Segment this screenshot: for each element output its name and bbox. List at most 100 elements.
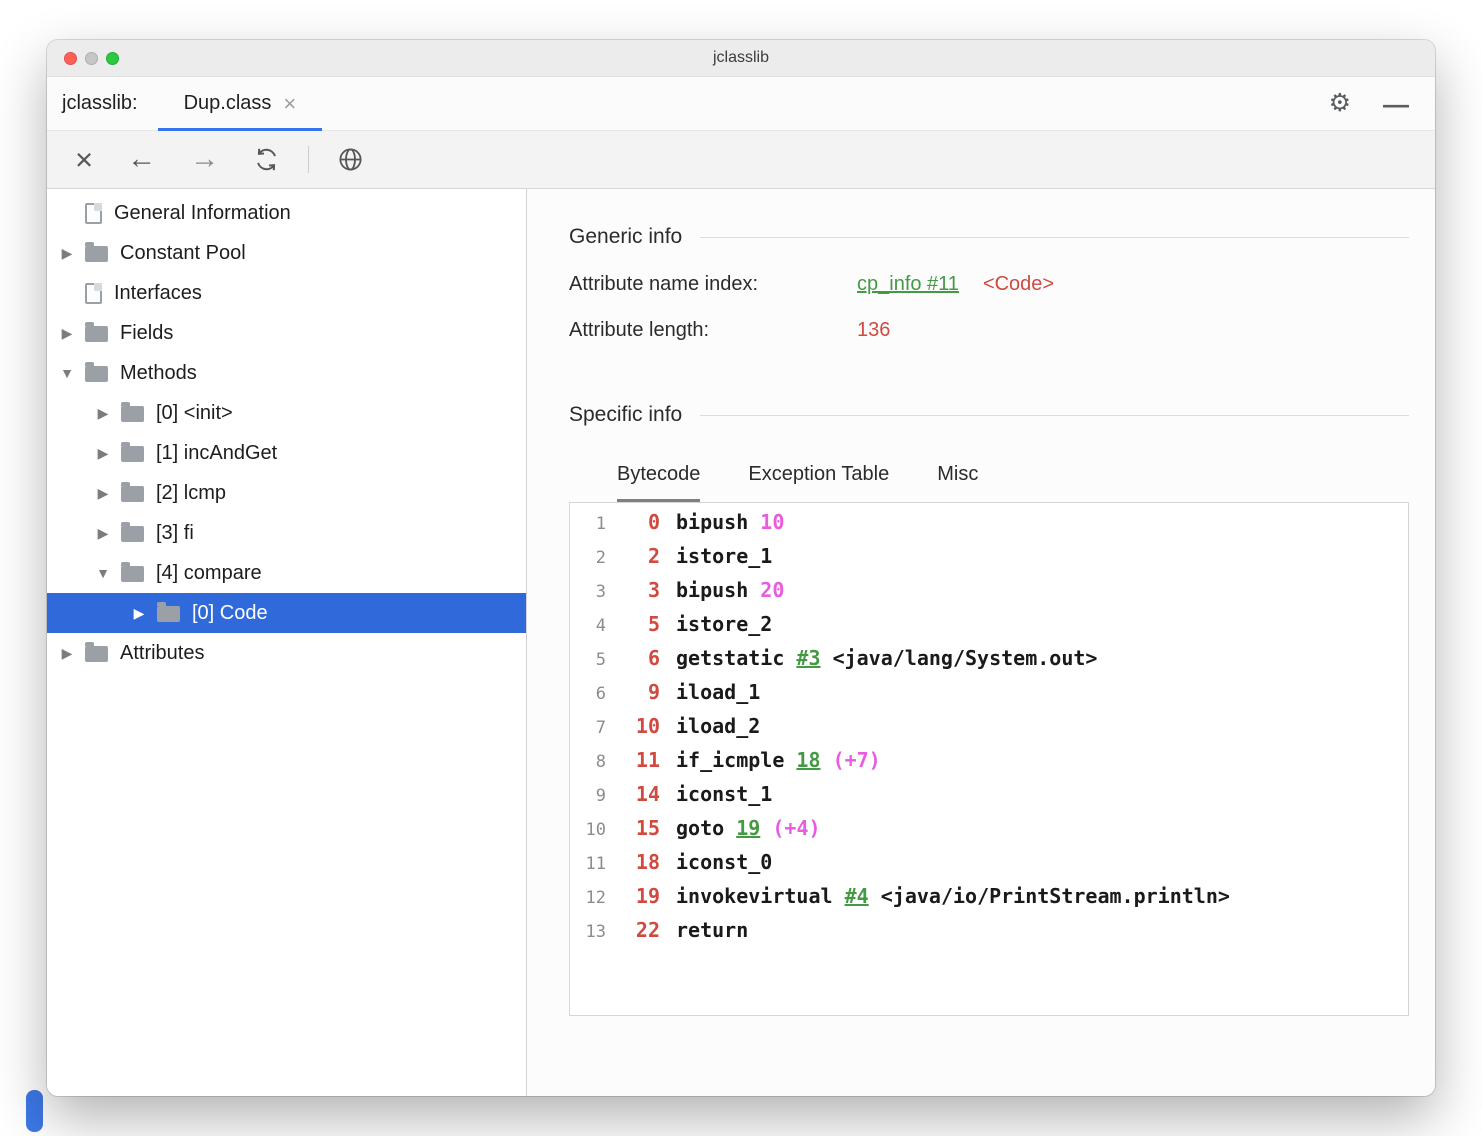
tab-bytecode[interactable]: Bytecode [617,463,700,502]
tree-item-0-init[interactable]: ▶ [0] <init> [47,393,526,433]
bytecode-line: 22istore_1 [574,544,1398,578]
tree-item-0-code[interactable]: ▶[0] Code [47,593,526,633]
tree-item-1-incandget[interactable]: ▶ [1] incAndGet [47,433,526,473]
bytecode-offset: 11 [620,748,660,772]
tab-dup-class[interactable]: Dup.class × [158,77,323,130]
bytecode-line: 710iload_2 [574,714,1398,748]
bytecode-line: 69iload_1 [574,680,1398,714]
folder-icon [85,246,108,262]
bytecode-offset: 0 [620,510,660,534]
tab-close-icon[interactable]: × [283,93,296,115]
tree-item-methods[interactable]: ▼ Methods [47,353,526,393]
line-number: 10 [574,820,606,840]
tree-item-label: [4] compare [156,562,262,585]
chevron-right-icon[interactable]: ▶ [57,245,77,262]
bytecode-line: 33bipush 20 [574,578,1398,612]
bytecode-link[interactable]: #3 [796,646,820,670]
desktop: jclasslib jclasslib: Dup.class × ⚙ — × ←… [0,0,1482,1136]
web-globe-icon[interactable] [337,146,364,173]
bytecode-immediate: (+4) [772,816,820,840]
line-number: 2 [574,548,606,568]
bytecode-line: 10 15 goto 19 (+4) [574,816,1398,850]
collapse-icon[interactable]: — [1383,91,1409,117]
tree-item-general-information[interactable]: General Information [47,193,526,233]
bytecode-line: 1118iconst_0 [574,850,1398,884]
bytecode-line: 56getstatic #3 <java/lang/System.out> [574,646,1398,680]
bytecode-mnemonic: iconst_1 [676,782,772,806]
tab-exception-table[interactable]: Exception Table [748,463,889,502]
bytecode-offset: 18 [620,850,660,874]
folder-icon [121,486,144,502]
folder-icon [121,406,144,422]
bytecode-instruction: if_icmple 18 (+7) [676,748,881,772]
line-number: 6 [574,684,606,704]
bytecode-offset: 14 [620,782,660,806]
tree-item-constant-pool[interactable]: ▶ Constant Pool [47,233,526,273]
bytecode-offset: 10 [620,714,660,738]
tree-item-interfaces[interactable]: Interfaces [47,273,526,313]
field-value: 136 [857,319,890,342]
back-arrow-icon[interactable]: ← [127,145,156,174]
bytecode-line: 1219invokevirtual #4 <java/io/PrintStrea… [574,884,1398,918]
bytecode-mnemonic: istore_1 [676,544,772,568]
tab-misc[interactable]: Misc [937,463,978,502]
chevron-right-icon[interactable]: ▶ [93,445,113,462]
bytecode-mnemonic: bipush [676,510,748,534]
bytecode-view: 10bipush 1022istore_133bipush 2045istore… [569,502,1409,1016]
section-divider [700,415,1409,416]
line-number: 8 [574,752,606,772]
bytecode-offset: 5 [620,612,660,636]
forward-arrow-icon[interactable]: → [190,145,219,174]
chevron-right-icon[interactable]: ▶ [57,645,77,662]
tree-item-4-compare[interactable]: ▼ [4] compare [47,553,526,593]
bytecode-link[interactable]: 18 [796,748,820,772]
structure-tree: General Information ▶ Constant Pool Interfa… [47,189,527,1096]
tree-item-label: [1] incAndGet [156,442,277,465]
bytecode-instruction: bipush 10 [676,510,784,534]
chevron-right-icon[interactable]: ▶ [129,605,149,622]
folder-icon [85,646,108,662]
settings-gear-icon[interactable]: ⚙ [1329,91,1351,116]
bytecode-mnemonic: if_icmple [676,748,784,772]
section-divider [700,237,1409,238]
titlebar: jclasslib [47,40,1435,77]
field-value: <Code> [983,273,1054,296]
tree-item-label: General Information [114,202,291,225]
tree-item-attributes[interactable]: ▶Attributes [47,633,526,673]
toolbar: × ← → [47,131,1435,189]
bytecode-line: 10bipush 10 [574,510,1398,544]
bytecode-offset: 15 [620,816,660,840]
bytecode-link[interactable]: 19 [736,816,760,840]
app-label: jclasslib: [62,92,138,115]
bytecode-link[interactable]: #4 [845,884,869,908]
cp-info-link[interactable]: cp_info #11 [857,273,959,296]
chevron-right-icon[interactable]: ▶ [93,525,113,542]
bytecode-mnemonic: istore_2 [676,612,772,636]
bytecode-line: 8 11 if_icmple 18 (+7) [574,748,1398,782]
tree-item-label: [0] <init> [156,402,233,425]
background-shape [26,1090,43,1132]
tree-item-3-fi[interactable]: ▶[3] fi [47,513,526,553]
reload-icon[interactable] [253,146,280,173]
bytecode-offset: 3 [620,578,660,602]
chevron-right-icon[interactable]: ▶ [93,405,113,422]
chevron-down-icon[interactable]: ▼ [57,365,77,381]
line-number: 4 [574,616,606,636]
tree-item-2-lcmp[interactable]: ▶ [2] lcmp [47,473,526,513]
detail-panel: Generic info Attribute name index: cp_in… [527,189,1435,1096]
bytecode-mnemonic: invokevirtual [676,884,833,908]
line-number: 5 [574,650,606,670]
tree-item-label: Interfaces [114,282,202,305]
bytecode-mnemonic: goto [676,816,724,840]
bytecode-instruction: goto 19 (+4) [676,816,821,840]
chevron-right-icon[interactable]: ▶ [57,325,77,342]
bytecode-offset: 6 [620,646,660,670]
chevron-right-icon[interactable]: ▶ [93,485,113,502]
bytecode-offset: 9 [620,680,660,704]
tree-item-fields[interactable]: ▶Fields [47,313,526,353]
chevron-down-icon[interactable]: ▼ [93,565,113,581]
close-file-icon[interactable]: × [75,144,93,175]
tree-item-label: [2] lcmp [156,482,226,505]
tree-item-label: Methods [120,362,197,385]
tree-item-label: Constant Pool [120,242,246,265]
